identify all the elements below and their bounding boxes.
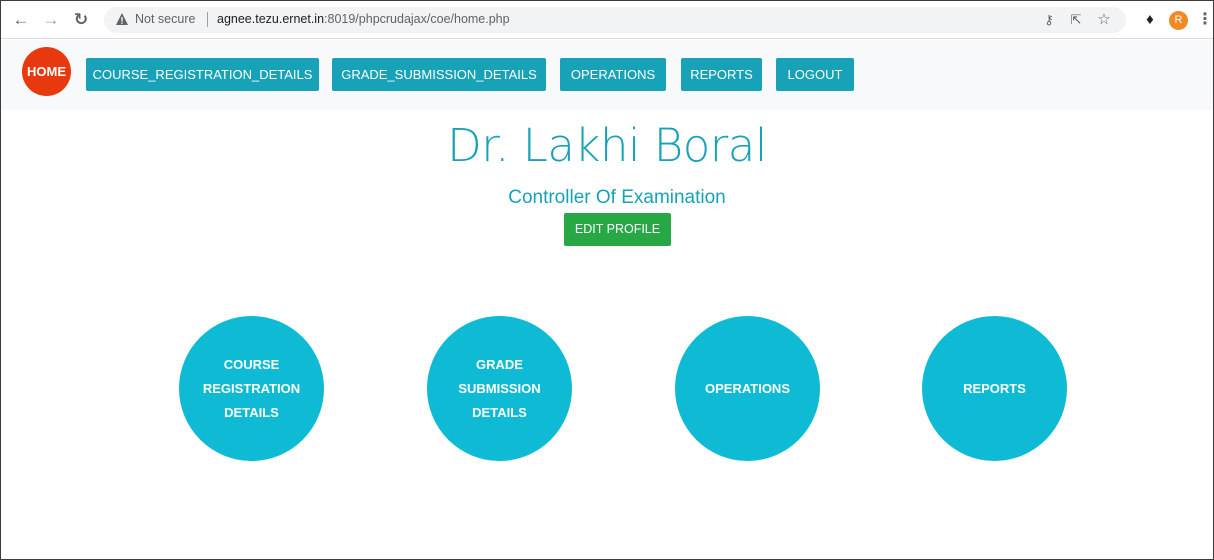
security-label: Not secure xyxy=(135,12,196,26)
url-host: agnee.tezu.ernet.in xyxy=(217,12,325,26)
profile-role: Controller Of Examination xyxy=(508,187,726,208)
nav-course-registration-details[interactable]: COURSE_REGISTRATION_DETAILS xyxy=(86,58,319,91)
tile-label: COURSE REGISTRATION DETAILS xyxy=(197,353,307,425)
tile-line: DETAILS xyxy=(224,404,279,420)
nav-grade-submission-details[interactable]: GRADE_SUBMISSION_DETAILS xyxy=(332,58,546,91)
tile-line: OPERATIONS xyxy=(705,380,790,396)
forward-arrow-icon[interactable]: → xyxy=(41,10,61,30)
site-navbar: HOME COURSE_REGISTRATION_DETAILS GRADE_S… xyxy=(1,40,1213,110)
tile-line: DETAILS xyxy=(472,404,527,420)
tile-reports[interactable]: REPORTS xyxy=(922,316,1067,461)
nav-logout[interactable]: LOGOUT xyxy=(776,58,854,91)
extensions-puzzle-icon[interactable]: ♦ xyxy=(1140,10,1160,30)
address-bar[interactable]: Not secure agnee.tezu.ernet.in:8019/phpc… xyxy=(104,7,1126,33)
url-text[interactable]: agnee.tezu.ernet.in:8019/phpcrudajax/coe… xyxy=(217,12,510,26)
tile-grade-submission-details[interactable]: GRADE SUBMISSION DETAILS xyxy=(427,316,572,461)
nav-operations[interactable]: OPERATIONS xyxy=(560,58,666,91)
tile-label: REPORTS xyxy=(940,377,1050,401)
tile-line: REPORTS xyxy=(963,380,1026,396)
menu-dots-icon[interactable]: ⋮ xyxy=(1197,10,1213,30)
back-arrow-icon[interactable]: ← xyxy=(11,10,31,30)
tile-line: GRADE xyxy=(476,356,523,372)
key-icon[interactable]: ⚷ xyxy=(1040,11,1058,29)
tile-label: OPERATIONS xyxy=(693,377,803,401)
tile-line: REGISTRATION xyxy=(202,380,301,396)
tile-label: GRADE SUBMISSION DETAILS xyxy=(445,353,555,425)
tile-course-registration-details[interactable]: COURSE REGISTRATION DETAILS xyxy=(179,316,324,461)
browser-toolbar: ← → ↻ Not secure agnee.tezu.ernet.in:801… xyxy=(1,1,1213,39)
nav-reports[interactable]: REPORTS xyxy=(681,58,762,91)
bookmark-star-icon[interactable]: ☆ xyxy=(1095,11,1113,29)
tile-line: SUBMISSION xyxy=(458,380,541,396)
url-path: :8019/phpcrudajax/coe/home.php xyxy=(324,12,510,26)
url-separator xyxy=(207,12,208,27)
share-icon[interactable]: ⇱ xyxy=(1067,11,1085,29)
browser-window: ← → ↻ Not secure agnee.tezu.ernet.in:801… xyxy=(0,0,1214,560)
tile-line: COURSE xyxy=(223,356,280,372)
tile-operations[interactable]: OPERATIONS xyxy=(675,316,820,461)
profile-avatar[interactable]: R xyxy=(1169,11,1188,30)
reload-icon[interactable]: ↻ xyxy=(71,10,91,30)
profile-name: Dr. Lakhi Boral xyxy=(447,119,767,172)
edit-profile-button[interactable]: EDIT PROFILE xyxy=(564,213,671,246)
warning-icon xyxy=(116,13,128,25)
home-button[interactable]: HOME xyxy=(22,47,71,96)
